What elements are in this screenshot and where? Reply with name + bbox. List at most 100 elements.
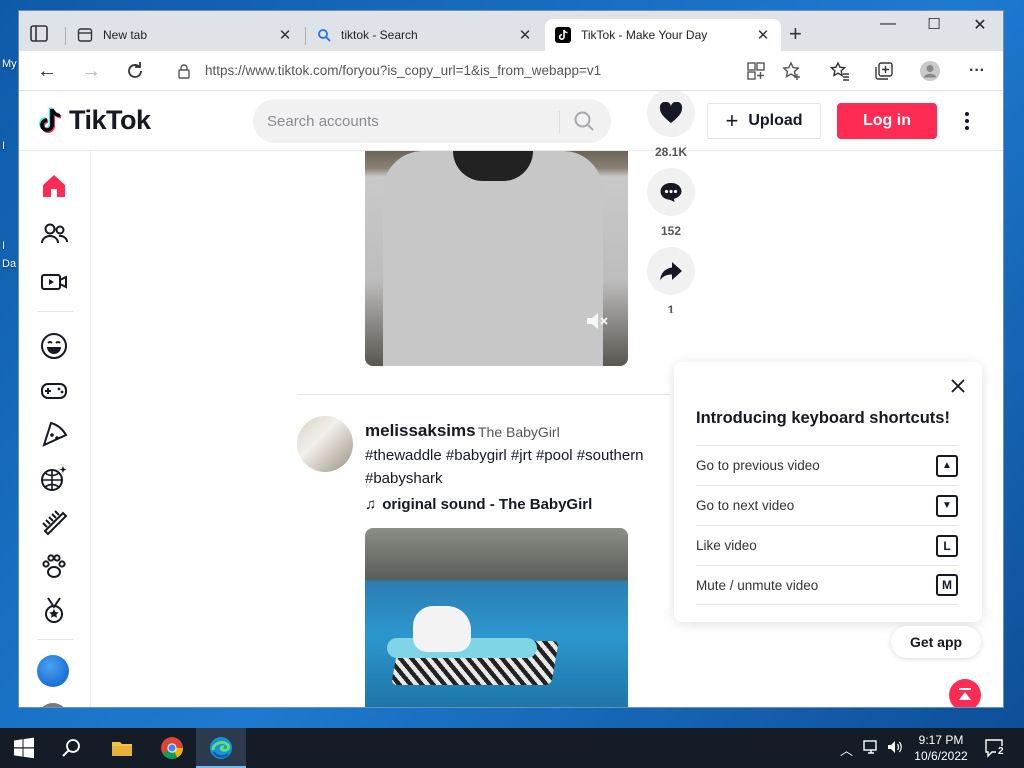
sound-link[interactable]: ♫ original sound - The BabyGirl	[365, 496, 592, 513]
forward-arrow-icon[interactable]: →	[79, 59, 103, 83]
animals-paw-icon[interactable]	[39, 551, 69, 581]
new-tab-plus-icon[interactable]: +	[789, 23, 802, 45]
edge-icon[interactable]	[209, 736, 233, 760]
keyboard-shortcuts-popup: Introducing keyboard shortcuts! Go to pr…	[674, 362, 982, 622]
tab-tiktok-search[interactable]: tiktok - Search ✕	[307, 19, 543, 51]
home-icon[interactable]	[39, 171, 69, 201]
comedy-emoji-icon[interactable]	[39, 331, 69, 361]
dance-discoball-icon[interactable]	[39, 463, 69, 493]
shortcut-label: Go to previous video	[696, 458, 820, 473]
clock-time: 9:17 PM	[918, 733, 964, 747]
feed-divider	[297, 394, 671, 395]
close-tab-icon[interactable]: ✕	[277, 26, 293, 44]
music-note-icon: ♫	[365, 496, 377, 513]
search-divider	[559, 111, 560, 133]
close-icon[interactable]	[950, 378, 966, 394]
settings-more-icon[interactable]: ···	[965, 59, 989, 83]
tab-strip: New tab ✕ tiktok - Search ✕ TikTok - Mak…	[19, 11, 1003, 51]
sidebar-divider	[37, 639, 73, 640]
network-icon[interactable]	[862, 738, 880, 756]
author-nickname[interactable]: The BabyGirl	[478, 424, 560, 440]
close-window-icon[interactable]: ✕	[957, 15, 1003, 35]
author-avatar[interactable]	[297, 416, 353, 472]
file-explorer-icon[interactable]	[110, 736, 134, 760]
comment-count: 152	[660, 224, 682, 238]
close-tab-icon[interactable]: ✕	[755, 26, 771, 44]
collections-icon[interactable]	[873, 60, 895, 82]
tab-title: New tab	[103, 28, 148, 42]
share-button[interactable]	[647, 247, 695, 295]
heart-icon	[659, 102, 683, 123]
muted-speaker-icon[interactable]	[584, 310, 610, 332]
more-options-icon[interactable]	[957, 109, 977, 133]
gaming-controller-icon[interactable]	[39, 375, 69, 405]
video-caption[interactable]: #thewaddle #babygirl #jrt #pool #souther…	[365, 447, 644, 464]
video-caption-hashtag[interactable]: #babyshark	[365, 470, 443, 487]
search-input[interactable]	[267, 99, 547, 143]
sound-title: original sound - The BabyGirl	[382, 496, 593, 513]
show-hidden-icons-chevron-icon[interactable]: ︿	[840, 740, 853, 759]
desktop-label[interactable]: I	[2, 140, 5, 152]
like-action: 28.1K	[647, 91, 695, 159]
volume-speaker-icon[interactable]	[886, 738, 904, 756]
back-arrow-icon[interactable]: ←	[35, 59, 59, 83]
following-users-icon[interactable]	[39, 219, 69, 249]
tiktok-logo[interactable]: TikTok	[39, 105, 151, 136]
url-input[interactable]: https://www.tiktok.com/foryou?is_copy_ur…	[205, 63, 601, 78]
beauty-comb-icon[interactable]	[39, 507, 69, 537]
popup-title: Introducing keyboard shortcuts!	[696, 409, 950, 427]
upload-label: Upload	[748, 112, 803, 129]
sidebar-divider	[37, 311, 73, 312]
suggested-account-avatar[interactable]	[37, 703, 69, 707]
down-arrow-key-icon: ▼	[936, 494, 958, 517]
suggested-account-avatar[interactable]	[37, 655, 69, 687]
chrome-icon[interactable]	[160, 736, 184, 760]
get-app-button[interactable]: Get app	[891, 626, 981, 658]
shortcut-row: Like video L	[696, 525, 958, 565]
profile-avatar-icon[interactable]	[919, 60, 941, 82]
refresh-icon[interactable]	[123, 59, 147, 83]
tiktok-favicon-icon	[555, 27, 571, 43]
favorites-icon[interactable]	[829, 60, 851, 82]
tab-actions-icon[interactable]	[29, 24, 51, 44]
search-icon	[318, 29, 331, 42]
author-username[interactable]: melissaksims	[365, 421, 476, 441]
search-icon[interactable]	[60, 736, 84, 760]
like-button[interactable]	[647, 91, 695, 137]
windows-taskbar: ︿ 9:17 PM 10/6/2022 2	[0, 728, 1024, 768]
tab-separator	[305, 27, 306, 45]
video-player[interactable]	[365, 151, 628, 366]
tab-tiktok-active[interactable]: TikTok - Make Your Day ✕	[545, 19, 781, 51]
minimize-icon[interactable]: —	[865, 15, 911, 33]
sports-medal-icon[interactable]	[39, 595, 69, 625]
upload-button[interactable]: + Upload	[707, 103, 821, 139]
tab-title: tiktok - Search	[341, 28, 418, 42]
up-arrow-key-icon: ▲	[936, 454, 958, 477]
taskbar-clock[interactable]: 9:17 PM 10/6/2022	[912, 732, 970, 764]
tab-title: TikTok - Make Your Day	[581, 28, 708, 42]
live-video-icon[interactable]	[39, 267, 69, 297]
l-key-icon: L	[936, 534, 958, 557]
shortcut-row: Mute / unmute video M	[696, 565, 958, 605]
scroll-to-top-button[interactable]	[949, 679, 981, 707]
search-bar	[253, 99, 611, 143]
add-favorite-icon[interactable]	[781, 60, 803, 82]
app-available-icon[interactable]	[745, 60, 767, 82]
maximize-icon[interactable]: ☐	[911, 15, 957, 33]
food-pizza-icon[interactable]	[39, 419, 69, 449]
login-button[interactable]: Log in	[837, 103, 937, 139]
lock-icon[interactable]	[177, 63, 191, 79]
desktop-label[interactable]: I	[2, 240, 5, 252]
tab-new-tab[interactable]: New tab ✕	[67, 19, 303, 51]
notification-center-icon[interactable]: 2	[984, 738, 1006, 758]
video-player[interactable]	[365, 528, 628, 707]
arrow-up-icon	[959, 688, 971, 700]
close-tab-icon[interactable]: ✕	[517, 26, 533, 44]
comment-button[interactable]	[647, 168, 695, 216]
desktop-label[interactable]: Da	[2, 258, 16, 270]
windows-start-icon[interactable]	[12, 736, 36, 760]
search-icon[interactable]	[573, 110, 595, 132]
plus-icon: +	[725, 108, 739, 133]
new-tab-page-icon	[77, 28, 93, 42]
desktop-label[interactable]: My	[2, 58, 17, 70]
